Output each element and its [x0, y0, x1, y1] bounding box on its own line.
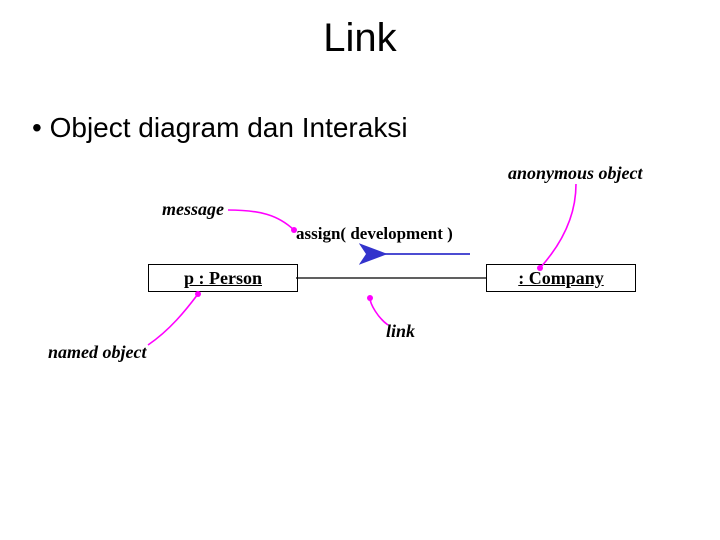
annotation-anonymous-object: anonymous object [508, 163, 643, 184]
bullet-text: Object diagram dan Interaksi [32, 112, 408, 144]
page-title: Link [0, 16, 720, 61]
object-company: : Company [486, 264, 636, 292]
annotation-message: message [162, 199, 224, 220]
annotation-named-object: named object [48, 342, 146, 363]
object-person: p : Person [148, 264, 298, 292]
annotation-link: link [386, 321, 415, 342]
message-label: assign( development ) [296, 224, 453, 244]
slide: Link Object diagram dan Interaksi anonym… [0, 0, 720, 540]
